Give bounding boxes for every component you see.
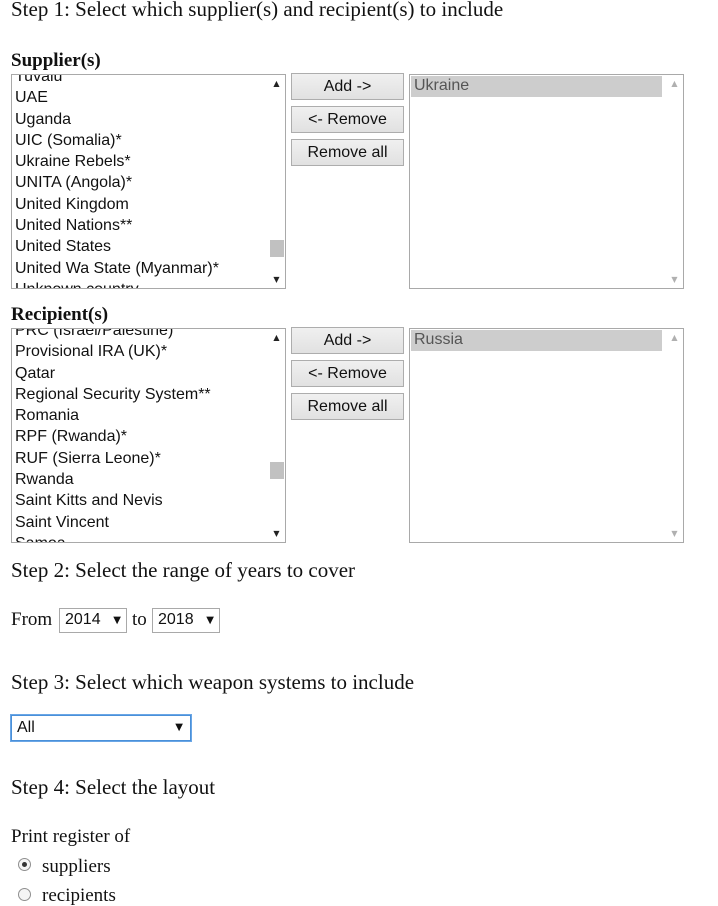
recipient-options: PRC (Israel/Palestine) Provisional IRA (… [15, 329, 265, 542]
weapon-systems-value: All [17, 719, 35, 736]
radio-suppliers-label[interactable]: suppliers [42, 856, 111, 878]
radio-recipients-label[interactable]: recipients [42, 885, 116, 906]
list-item[interactable]: Rwanda [15, 469, 265, 490]
recipients-label: Recipient(s) [11, 304, 109, 325]
recipient-remove-button[interactable]: <- Remove [291, 360, 404, 387]
list-item[interactable]: Regional Security System** [15, 384, 265, 405]
recipient-selected-list[interactable]: Russia ▲ ▼ [409, 328, 684, 543]
list-item[interactable]: UNITA (Angola)* [15, 172, 265, 193]
scroll-thumb[interactable] [270, 240, 284, 257]
list-item[interactable]: Unknown country [15, 279, 265, 288]
list-item[interactable]: UIC (Somalia)* [15, 130, 265, 151]
chevron-down-icon: ▼ [206, 615, 214, 626]
list-item[interactable]: RPF (Rwanda)* [15, 426, 265, 447]
radio-dot [22, 862, 27, 867]
step4-heading: Step 4: Select the layout [11, 775, 216, 799]
list-item[interactable]: Saint Kitts and Nevis [15, 490, 265, 511]
supplier-remove-all-button[interactable]: Remove all [291, 139, 404, 166]
recipient-remove-all-button[interactable]: Remove all [291, 393, 404, 420]
list-item[interactable]: United Kingdom [15, 194, 265, 215]
list-item[interactable]: Tuvalu [15, 75, 265, 87]
recipient-available-list[interactable]: PRC (Israel/Palestine) Provisional IRA (… [11, 328, 286, 543]
list-item[interactable]: Provisional IRA (UK)* [15, 341, 265, 362]
list-item[interactable]: PRC (Israel/Palestine) [15, 329, 265, 341]
scrollbar[interactable]: ▲ ▼ [268, 75, 285, 288]
list-item[interactable]: United States [15, 236, 265, 257]
selected-supplier[interactable]: Ukraine [411, 76, 662, 97]
scroll-up-icon[interactable]: ▲ [268, 329, 285, 346]
step3-heading: Step 3: Select which weapon systems to i… [11, 670, 415, 694]
suppliers-label: Supplier(s) [11, 50, 101, 71]
scroll-up-icon[interactable]: ▲ [666, 75, 683, 92]
scroll-down-icon[interactable]: ▼ [268, 525, 285, 542]
scroll-down-icon[interactable]: ▼ [666, 271, 683, 288]
supplier-add-button[interactable]: Add -> [291, 73, 404, 100]
list-item[interactable]: United Nations** [15, 215, 265, 236]
supplier-selected-list[interactable]: Ukraine ▲ ▼ [409, 74, 684, 289]
selected-recipient[interactable]: Russia [411, 330, 662, 351]
list-item[interactable]: UAE [15, 87, 265, 108]
chevron-down-icon: ▼ [113, 615, 121, 626]
supplier-available-list[interactable]: Tuvalu UAE Uganda UIC (Somalia)* Ukraine… [11, 74, 286, 289]
scroll-thumb[interactable] [270, 462, 284, 479]
print-register-label: Print register of [11, 826, 131, 847]
scroll-down-icon[interactable]: ▼ [666, 525, 683, 542]
scroll-up-icon[interactable]: ▲ [268, 75, 285, 92]
to-year-select[interactable]: 2018 ▼ [152, 608, 220, 633]
chevron-down-icon: ▼ [175, 722, 183, 733]
from-label: From [11, 609, 53, 630]
to-year-value: 2018 [158, 611, 194, 628]
weapon-systems-select[interactable]: All ▼ [11, 715, 191, 741]
recipient-add-button[interactable]: Add -> [291, 327, 404, 354]
list-item[interactable]: Uganda [15, 109, 265, 130]
to-label: to [132, 609, 147, 630]
scrollbar[interactable]: ▲ ▼ [666, 75, 683, 288]
scroll-up-icon[interactable]: ▲ [666, 329, 683, 346]
supplier-options: Tuvalu UAE Uganda UIC (Somalia)* Ukraine… [15, 75, 265, 288]
from-year-select[interactable]: 2014 ▼ [59, 608, 127, 633]
step1-heading: Step 1: Select which supplier(s) and rec… [11, 0, 504, 21]
radio-suppliers[interactable] [18, 858, 31, 871]
list-item[interactable]: Romania [15, 405, 265, 426]
supplier-remove-button[interactable]: <- Remove [291, 106, 404, 133]
list-item[interactable]: Ukraine Rebels* [15, 151, 265, 172]
list-item[interactable]: United Wa State (Myanmar)* [15, 258, 265, 279]
list-item[interactable]: Saint Vincent [15, 512, 265, 533]
step2-heading: Step 2: Select the range of years to cov… [11, 558, 356, 582]
list-item[interactable]: Qatar [15, 363, 265, 384]
scrollbar[interactable]: ▲ ▼ [268, 329, 285, 542]
scrollbar[interactable]: ▲ ▼ [666, 329, 683, 542]
scroll-down-icon[interactable]: ▼ [268, 271, 285, 288]
list-item[interactable]: RUF (Sierra Leone)* [15, 448, 265, 469]
list-item[interactable]: Samoa [15, 533, 265, 542]
from-year-value: 2014 [65, 611, 101, 628]
radio-recipients[interactable] [18, 888, 31, 901]
